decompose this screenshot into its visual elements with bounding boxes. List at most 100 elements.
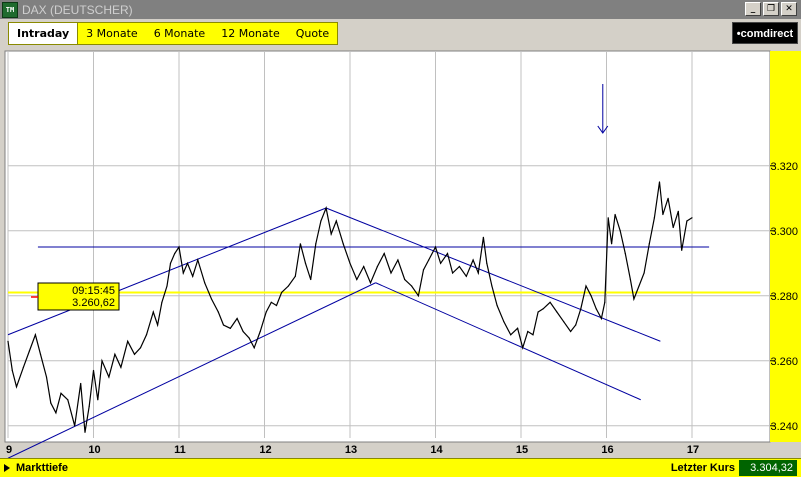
price-point: [376, 265, 378, 268]
window-title: DAX (DEUTSCHER): [22, 2, 133, 17]
price-point: [681, 249, 683, 251]
price-chart[interactable]: 3.240 3.260 3.280 3.300 3.320 9 10 11 12 13 14 15 1…: [0, 46, 801, 459]
price-point: [294, 275, 296, 277]
price-point: [281, 291, 283, 294]
price-point: [169, 262, 172, 264]
price-point: [157, 324, 159, 326]
price-point: [595, 308, 597, 310]
tab-6-monate[interactable]: 6 Monate: [146, 23, 214, 44]
price-point: [50, 402, 52, 404]
price-point: [55, 412, 57, 414]
price-point: [619, 230, 621, 232]
x-tick-label: 16: [601, 444, 613, 456]
price-point: [428, 259, 430, 261]
price-point: [465, 275, 467, 277]
price-point: [108, 376, 110, 378]
tab-12-monate[interactable]: 12 Monate: [213, 23, 288, 44]
price-point: [404, 278, 406, 281]
app-icon: TM: [2, 1, 18, 18]
price-point: [624, 252, 626, 255]
crosshair-tooltip: 09:15:45 3.260,62: [31, 282, 120, 311]
price-point: [556, 311, 558, 313]
price-point: [299, 243, 301, 245]
tab-quote[interactable]: Quote: [288, 23, 337, 44]
price-point: [310, 278, 312, 281]
price-point: [210, 298, 213, 300]
price-point: [503, 321, 505, 323]
price-point: [383, 252, 385, 255]
price-point: [585, 285, 587, 287]
price-point: [549, 301, 551, 303]
price-point: [161, 301, 163, 303]
price-point: [542, 308, 544, 310]
price-point: [39, 353, 42, 355]
price-point: [477, 272, 479, 274]
y-tick-label: 3.320: [770, 161, 798, 173]
x-tick-label: 10: [88, 444, 100, 456]
price-point: [74, 425, 76, 427]
window-buttons: _ ❐ ✕: [745, 2, 797, 16]
price-point: [614, 213, 616, 216]
markttiefe-label: Markttiefe: [16, 462, 68, 474]
price-point: [653, 217, 656, 219]
price-point: [522, 347, 524, 349]
price-point: [397, 259, 399, 261]
price-point: [248, 337, 250, 339]
price-point: [192, 275, 194, 277]
price-point: [342, 243, 344, 245]
price-point: [270, 301, 272, 303]
price-point: [186, 262, 189, 264]
status-footer: Markttiefe Letzter Kurs 3.304,32: [0, 458, 801, 477]
price-point: [390, 272, 392, 274]
price-point: [330, 233, 332, 235]
price-point: [662, 213, 664, 216]
restore-button[interactable]: ❐: [763, 2, 779, 16]
price-point: [145, 334, 148, 336]
price-point: [22, 366, 24, 368]
price-point: [236, 317, 238, 320]
price-point: [253, 347, 255, 349]
price-point: [510, 334, 512, 336]
y-tick-label: 3.280: [770, 291, 798, 303]
price-point: [80, 382, 82, 385]
y-tick-label: 3.240: [770, 421, 798, 433]
price-point: [349, 262, 351, 264]
price-point: [229, 327, 231, 329]
price-point: [658, 181, 661, 183]
price-point: [491, 285, 493, 287]
price-point: [222, 324, 225, 326]
price-point: [28, 350, 30, 352]
price-point: [217, 311, 219, 313]
price-point: [417, 295, 419, 297]
markttiefe-button[interactable]: Markttiefe: [4, 462, 68, 474]
price-point: [101, 360, 103, 362]
price-point: [242, 330, 244, 333]
price-point: [120, 366, 122, 368]
close-button[interactable]: ✕: [781, 2, 797, 16]
price-point: [611, 243, 613, 245]
price-point: [152, 311, 154, 313]
price-point: [691, 217, 693, 219]
x-tick-label: 9: [6, 444, 12, 456]
price-point: [15, 386, 18, 388]
price-point: [287, 285, 289, 287]
minimize-button[interactable]: _: [745, 2, 761, 16]
price-point: [648, 243, 650, 245]
tab-3-monate[interactable]: 3 Monate: [78, 23, 146, 44]
price-point: [335, 220, 337, 222]
price-point: [580, 308, 582, 310]
price-point: [672, 226, 674, 229]
price-point: [434, 246, 437, 248]
tab-intraday[interactable]: Intraday: [9, 23, 79, 44]
x-tick-label: 11: [174, 444, 186, 456]
price-point: [178, 246, 180, 248]
price-point: [304, 262, 307, 264]
x-tick-label: 14: [430, 444, 443, 456]
y-tick-label: 3.300: [770, 226, 798, 238]
price-point: [127, 340, 129, 342]
price-point: [166, 285, 168, 287]
x-tick-label: 13: [345, 444, 357, 456]
tooltip-time: 09:15:45: [72, 285, 115, 297]
price-point: [325, 207, 327, 209]
price-point: [139, 347, 142, 349]
